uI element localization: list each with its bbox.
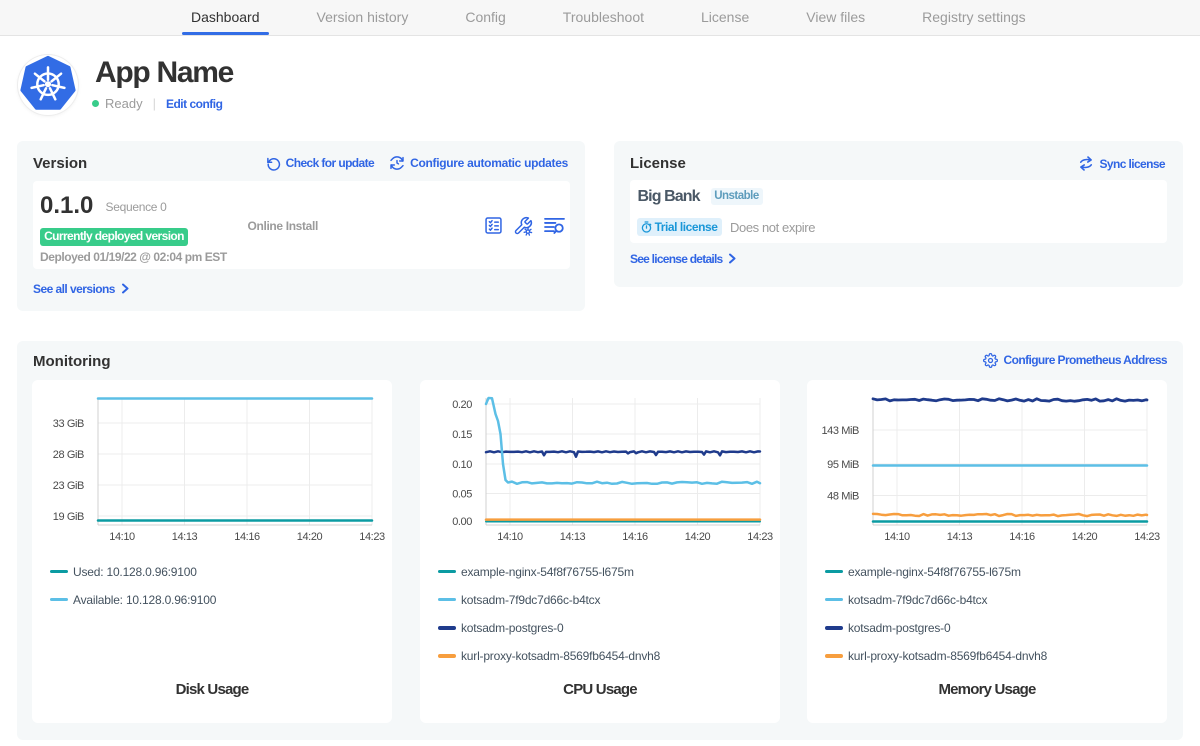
svg-text:14:10: 14:10 (884, 531, 910, 543)
svg-text:14:23: 14:23 (359, 531, 385, 543)
svg-text:14:10: 14:10 (109, 531, 135, 543)
svg-text:0.00: 0.00 (452, 516, 472, 528)
svg-text:0.10: 0.10 (452, 459, 472, 471)
svg-text:0.20: 0.20 (452, 399, 472, 411)
svg-text:23 GiB: 23 GiB (53, 480, 84, 492)
svg-text:28 GiB: 28 GiB (53, 449, 84, 461)
svg-text:19 GiB: 19 GiB (53, 511, 84, 523)
svg-text:0.15: 0.15 (452, 429, 472, 441)
svg-text:14:10: 14:10 (497, 531, 523, 543)
svg-text:14:13: 14:13 (947, 531, 973, 543)
svg-text:14:16: 14:16 (234, 531, 260, 543)
svg-text:0.05: 0.05 (452, 489, 472, 501)
svg-text:14:20: 14:20 (1072, 531, 1098, 543)
svg-text:33 GiB: 33 GiB (53, 418, 84, 430)
svg-text:14:13: 14:13 (560, 531, 586, 543)
svg-text:14:23: 14:23 (747, 531, 773, 543)
svg-text:14:20: 14:20 (297, 531, 323, 543)
svg-text:14:20: 14:20 (685, 531, 711, 543)
svg-text:48 MiB: 48 MiB (827, 491, 859, 503)
svg-text:14:16: 14:16 (622, 531, 648, 543)
svg-text:14:23: 14:23 (1134, 531, 1160, 543)
svg-text:14:16: 14:16 (1009, 531, 1035, 543)
svg-text:14:13: 14:13 (172, 531, 198, 543)
svg-text:95 MiB: 95 MiB (827, 459, 859, 471)
svg-text:143 MiB: 143 MiB (821, 425, 859, 437)
